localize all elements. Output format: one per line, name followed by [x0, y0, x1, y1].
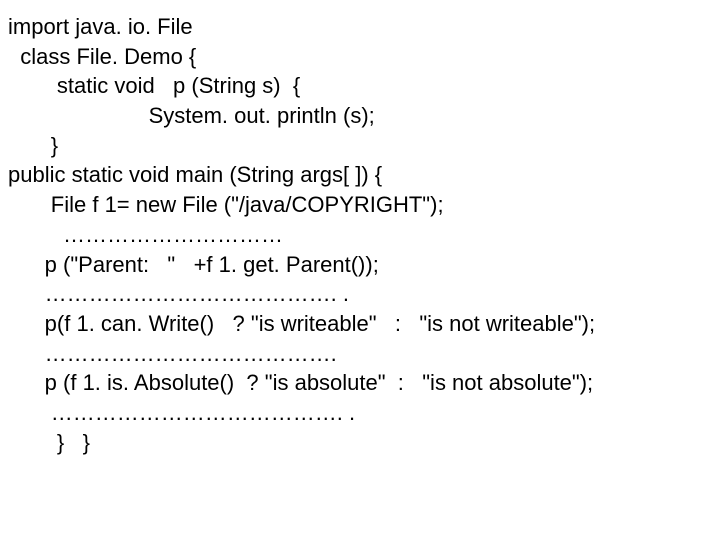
code-line-4: System. out. println (s); — [8, 101, 712, 131]
code-line-2: class File. Demo { — [8, 42, 712, 72]
code-line-14: …………………………………. . — [8, 398, 712, 428]
code-line-5: } — [8, 131, 712, 161]
code-line-9: p ("Parent: " +f 1. get. Parent()); — [8, 250, 712, 280]
code-line-6: public static void main (String args[ ])… — [8, 160, 712, 190]
code-line-13: p (f 1. is. Absolute() ? "is absolute" :… — [8, 368, 712, 398]
code-line-3: static void p (String s) { — [8, 71, 712, 101]
code-line-10: …………………………………. . — [8, 279, 712, 309]
code-line-11: p(f 1. can. Write() ? "is writeable" : "… — [8, 309, 712, 339]
code-line-1: import java. io. File — [8, 12, 712, 42]
code-line-12: …………………………………. — [8, 339, 712, 369]
code-line-7: File f 1= new File ("/java/COPYRIGHT"); — [8, 190, 712, 220]
code-line-8: ………………………… — [8, 220, 712, 250]
code-line-15: } } — [8, 428, 712, 458]
